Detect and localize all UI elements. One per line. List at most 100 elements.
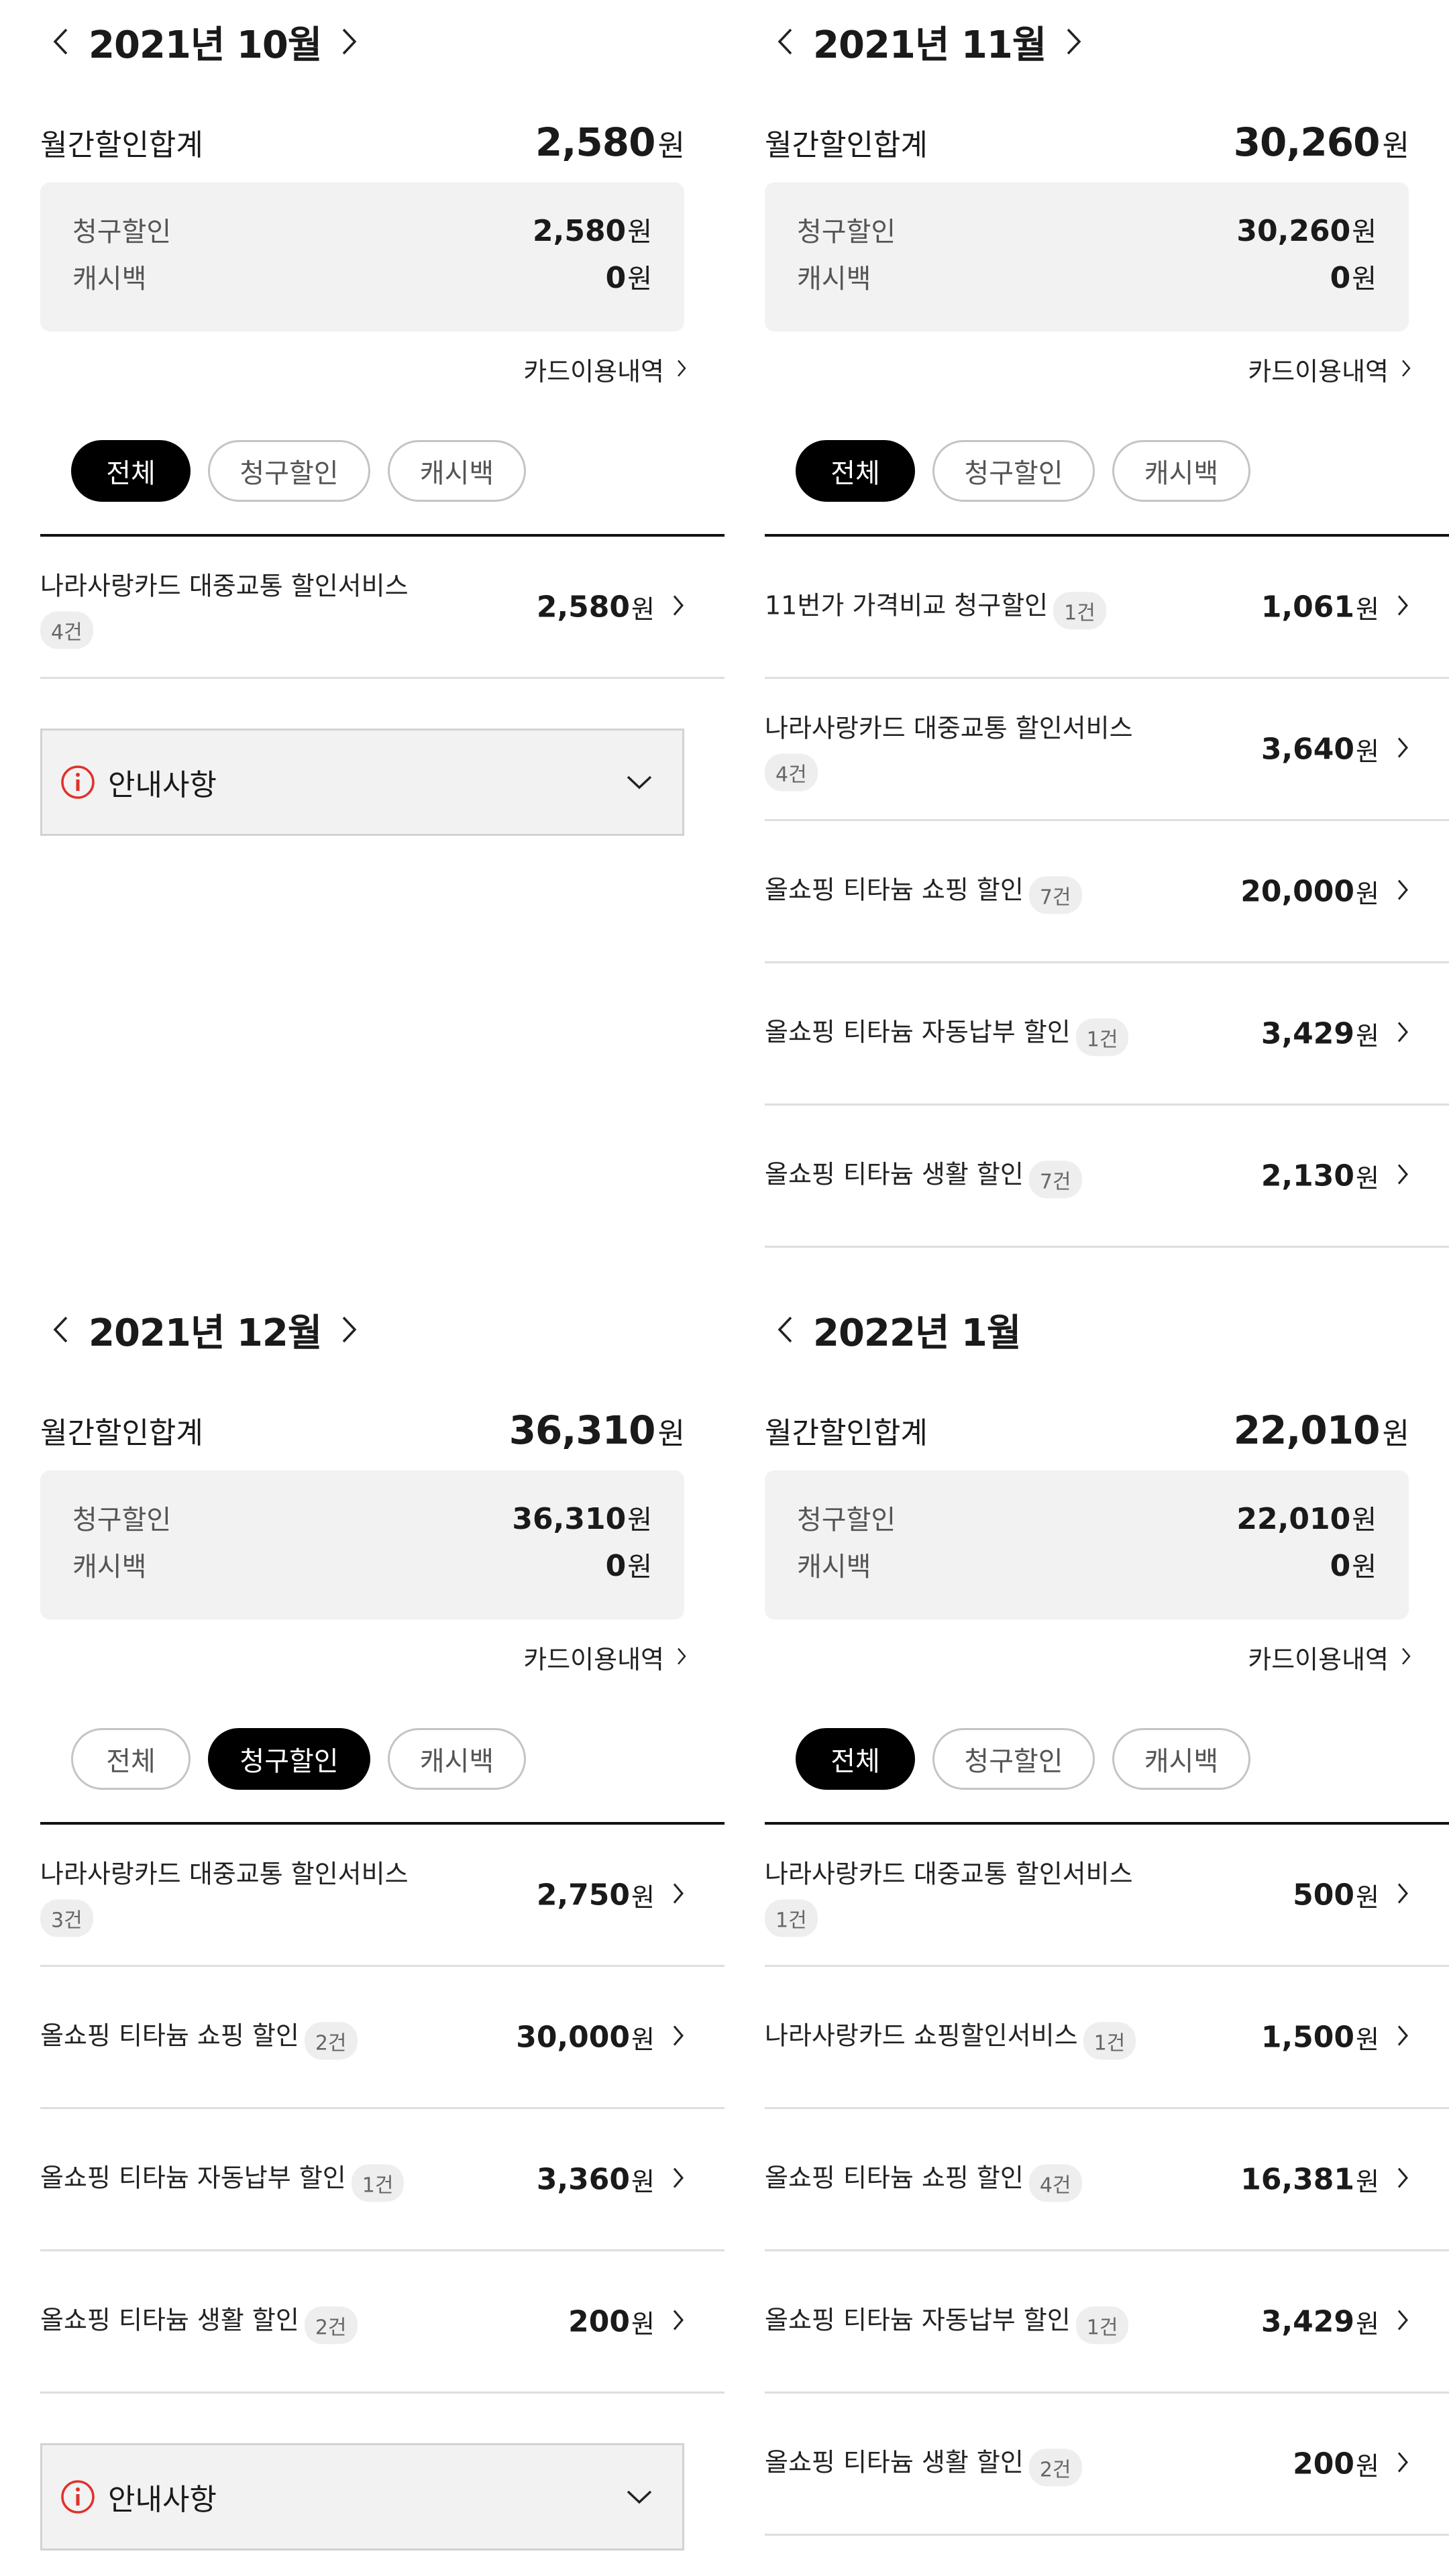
discount-name-block: 올쇼핑 티타늄 쇼핑 할인 4건	[765, 2157, 1181, 2202]
prev-month-icon[interactable]	[765, 15, 805, 68]
discount-amount-value: 3,640	[1260, 732, 1355, 766]
discount-list-item[interactable]: 올쇼핑 티타늄 생활 할인 7건 2,130 원	[765, 1106, 1449, 1248]
discount-name-block: 11번가 가격비교 청구할인 1건	[765, 584, 1181, 630]
next-month-icon[interactable]	[329, 1303, 370, 1356]
filter-billing-discount-chip[interactable]: 청구할인	[208, 1728, 370, 1790]
chevron-right-icon	[1379, 2025, 1409, 2050]
month-title: 2021년 11월	[813, 23, 1046, 67]
count-badge: 1건	[351, 2164, 405, 2202]
discount-amount-value: 2,750	[536, 1878, 631, 1912]
discount-name: 올쇼핑 티타늄 쇼핑 할인	[765, 874, 1024, 904]
discount-amount-value: 16,381	[1240, 2162, 1355, 2196]
discount-name: 올쇼핑 티타늄 생활 할인	[765, 1159, 1024, 1189]
filter-all-chip[interactable]: 전체	[71, 440, 191, 502]
billing-discount-label: 청구할인	[72, 217, 172, 248]
filter-cashback-chip[interactable]: 캐시백	[388, 440, 526, 502]
monthly-total-amount: 36,310	[508, 1407, 656, 1453]
prev-month-icon[interactable]	[40, 15, 80, 68]
count-badge: 2건	[304, 2022, 358, 2060]
monthly-total-row: 월간할인합계 2,580원	[40, 115, 685, 169]
filter-all-chip[interactable]: 전체	[796, 440, 915, 502]
billing-discount-row: 청구할인 30,260원	[797, 209, 1377, 250]
filter-all-chip[interactable]: 전체	[796, 1728, 915, 1790]
notice-accordion[interactable]: 안내사항	[40, 2443, 684, 2551]
card-usage-link[interactable]: 카드이용내역	[523, 1637, 687, 1677]
discount-list-item[interactable]: 올쇼핑 티타늄 자동납부 할인 1건 3,360 원	[40, 2109, 724, 2251]
count-badge: 1건	[1053, 592, 1106, 630]
card-usage-link[interactable]: 카드이용내역	[1248, 1637, 1411, 1677]
won-unit: 원	[1356, 1882, 1379, 1912]
discount-list-item[interactable]: 올쇼핑 티타늄 쇼핑 할인 4건 16,381 원	[765, 2109, 1449, 2251]
count-badge: 4건	[1028, 2164, 1082, 2202]
cashback-row: 캐시백 0원	[72, 1544, 652, 1585]
discount-amount-value: 3,360	[536, 2162, 631, 2196]
next-month-icon[interactable]	[1054, 15, 1094, 68]
count-badge: 7건	[1028, 876, 1082, 914]
filter-billing-discount-chip[interactable]: 청구할인	[932, 1728, 1095, 1790]
filter-billing-discount-chip[interactable]: 청구할인	[932, 440, 1095, 502]
discount-list-item[interactable]: 나라사랑카드 대중교통 할인서비스 4건 3,640 원	[765, 679, 1449, 821]
filter-cashback-chip[interactable]: 캐시백	[1112, 440, 1250, 502]
chevron-right-icon	[655, 2025, 684, 2050]
discount-name: 나라사랑카드 쇼핑할인서비스	[765, 2020, 1078, 2050]
discount-list-item[interactable]: 올쇼핑 티타늄 생활 할인 2건 200 원	[765, 2394, 1449, 2536]
discount-list-item[interactable]: 올쇼핑 티타늄 자동납부 할인 1건 3,429 원	[765, 963, 1449, 1106]
discount-list-item[interactable]: 나라사랑카드 대중교통 할인서비스 3건 2,750 원	[40, 1825, 724, 1967]
discount-name-block: 올쇼핑 티타늄 생활 할인 7건	[765, 1153, 1181, 1199]
discount-list-item[interactable]: 11번가 가격비교 청구할인 1건 1,061 원	[765, 537, 1449, 679]
discount-list-item[interactable]: 나라사랑카드 대중교통 할인서비스 4건 2,580 원	[40, 537, 724, 679]
discount-list-item[interactable]: 나라사랑카드 대중교통 할인서비스 1건 500 원	[765, 1825, 1449, 1967]
won-unit: 원	[1356, 879, 1379, 908]
discount-name: 올쇼핑 티타늄 자동납부 할인	[765, 1016, 1071, 1046]
count-badge: 4건	[765, 753, 818, 791]
billing-discount-value: 36,310원	[512, 1498, 652, 1537]
won-unit: 원	[1356, 2451, 1379, 2481]
filter-all-chip[interactable]: 전체	[71, 1728, 191, 1790]
billing-discount-value: 22,010원	[1236, 1498, 1377, 1537]
discount-list-item[interactable]: 올쇼핑 티타늄 쇼핑 할인 2건 30,000 원	[40, 1967, 724, 2109]
won-unit: 원	[631, 2309, 655, 2339]
won-unit: 원	[627, 264, 652, 294]
count-badge: 1건	[765, 1899, 818, 1937]
chevron-right-icon	[655, 2309, 684, 2334]
discount-amount: 200 원	[1293, 2445, 1409, 2482]
discount-list-item[interactable]: 나라사랑카드 쇼핑할인서비스 1건 1,500 원	[765, 1967, 1449, 2109]
discount-name-block: 올쇼핑 티타늄 자동납부 할인 1건	[765, 2299, 1181, 2345]
prev-month-icon[interactable]	[765, 1303, 805, 1356]
card-usage-link[interactable]: 카드이용내역	[523, 349, 687, 389]
filter-cashback-chip[interactable]: 캐시백	[388, 1728, 526, 1790]
notice-accordion[interactable]: 안내사항	[40, 729, 684, 836]
discount-list-item[interactable]: 올쇼핑 티타늄 생활 할인 2건 200 원	[40, 2251, 724, 2394]
prev-month-icon[interactable]	[40, 1303, 80, 1356]
card-usage-link[interactable]: 카드이용내역	[1248, 349, 1411, 389]
won-unit: 원	[1382, 129, 1409, 163]
monthly-total-row: 월간할인합계 22,010원	[765, 1403, 1409, 1457]
discount-list-item[interactable]: 올쇼핑 티타늄 자동납부 할인 1건 3,429 원	[765, 2251, 1449, 2394]
won-unit: 원	[1356, 594, 1379, 624]
billing-discount-value: 30,260원	[1236, 210, 1377, 249]
month-title: 2021년 10월	[89, 23, 322, 67]
count-badge: 3건	[40, 1899, 93, 1937]
won-unit: 원	[1382, 1417, 1409, 1451]
filter-billing-discount-chip[interactable]: 청구할인	[208, 440, 370, 502]
discount-amount: 16,381 원	[1240, 2161, 1409, 2198]
notice-label: 안내사항	[108, 768, 217, 802]
billing-discount-row: 청구할인 22,010원	[797, 1497, 1377, 1538]
discount-name-block: 올쇼핑 티타늄 쇼핑 할인 7건	[765, 869, 1181, 914]
filter-chips: 전체 청구할인 캐시백	[796, 440, 1250, 502]
next-month-icon[interactable]	[329, 15, 370, 68]
discount-name-block: 나라사랑카드 대중교통 할인서비스 4건	[765, 707, 1181, 791]
discount-amount: 30,000 원	[516, 2019, 684, 2055]
cashback-value: 0원	[606, 1545, 652, 1584]
discount-name: 올쇼핑 티타늄 생활 할인	[765, 2447, 1024, 2477]
filter-cashback-chip[interactable]: 캐시백	[1112, 1728, 1250, 1790]
card-usage-label: 카드이용내역	[523, 1644, 664, 1674]
won-unit: 원	[1352, 1552, 1377, 1582]
discount-amount: 3,360 원	[537, 2161, 684, 2198]
won-unit: 원	[657, 1417, 685, 1451]
discount-list-item[interactable]: 올쇼핑 티타늄 쇼핑 할인 7건 20,000 원	[765, 821, 1449, 963]
discount-breakdown-box: 청구할인 30,260원 캐시백 0원	[765, 182, 1409, 331]
won-unit: 원	[627, 217, 652, 248]
won-unit: 원	[627, 1505, 652, 1536]
won-unit: 원	[631, 2167, 655, 2196]
